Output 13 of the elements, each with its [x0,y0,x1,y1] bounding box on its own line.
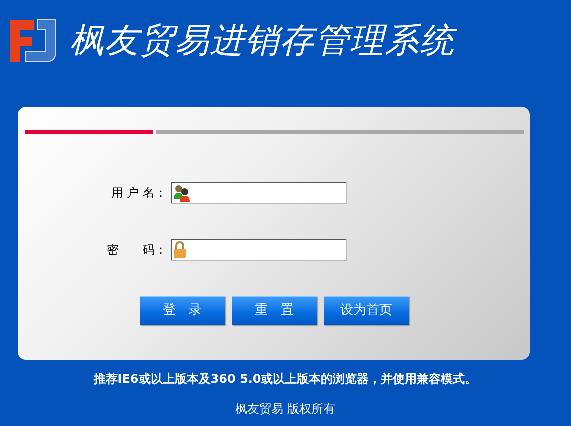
logo-icon [8,18,58,64]
form-button[interactable]: 登 录 [140,296,225,325]
user-icon [173,184,191,202]
field-label: 密 码： [106,242,168,259]
field-label: 用 户 名： [110,185,168,202]
lock-icon [173,241,187,259]
form-button[interactable]: 重 置 [232,296,317,325]
username-field[interactable] [171,182,347,204]
app-title: 枫友贸易进销存管理系统 [70,24,455,58]
copyright-text: 枫友贸易 版权所有 [234,401,336,418]
form-button[interactable]: 设为首页 [324,296,409,325]
browser-notice: 推荐IE6或以上版本及360 5.0或以上版本的浏览器，并使用兼容模式。 [92,371,478,388]
password-field[interactable] [171,239,347,261]
